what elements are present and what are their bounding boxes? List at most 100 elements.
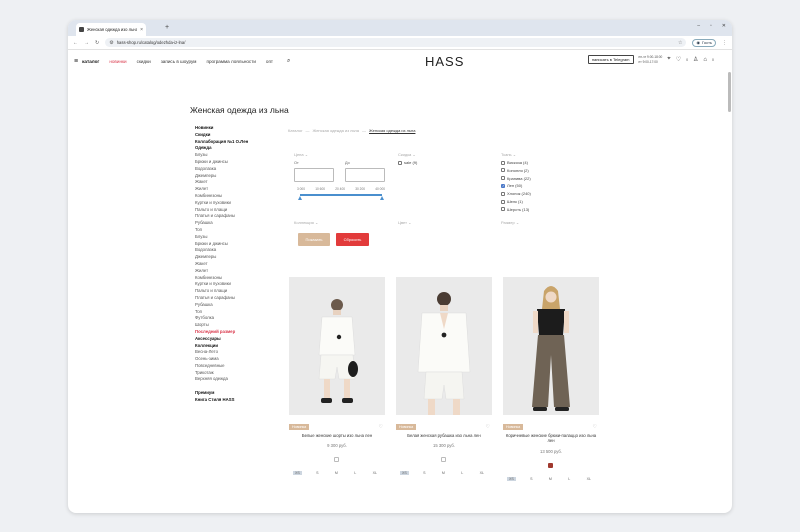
fabric-checkbox[interactable] [501,160,505,165]
product-image[interactable] [289,277,385,415]
nav-new[interactable]: новинки [109,59,126,64]
heart-icon[interactable]: ♡ [593,424,597,430]
telegram-button[interactable]: написать в Telegram [587,55,634,64]
sidebar-item[interactable]: Платья и сарафаны [195,213,275,220]
site-logo[interactable]: HASS [425,54,464,69]
sidebar-item[interactable]: Жакет [195,261,275,268]
sidebar-item[interactable]: Пальто и плащи [195,207,275,214]
url-field[interactable]: ⚙ hass-shop.ru/catalog/odezhda-iz-lna/ ☆ [105,38,687,47]
breadcrumb-item[interactable]: Женская одежда из льна [313,128,359,133]
fabric-checkbox-row[interactable]: Конопля (2) [501,168,529,173]
heart-icon[interactable]: ♡ [676,56,681,63]
price-to-input[interactable] [345,168,385,182]
sidebar-item[interactable]: Жилет [195,186,275,193]
product-name[interactable]: Коричневые женские брюки-палаццо изо льн… [503,433,599,444]
browser-menu-icon[interactable]: ⋮ [722,40,727,46]
user-icon[interactable]: ♙ [693,56,698,63]
size-option[interactable]: L [352,471,358,475]
color-swatch[interactable] [334,457,339,462]
sidebar-item[interactable]: Джемперы [195,254,275,261]
fabric-checkbox-row[interactable]: Шелк (1) [501,199,523,204]
fabric-filter-label[interactable]: Ткань ⌄ [501,152,516,157]
sidebar-item[interactable]: Осень-зима [195,356,275,363]
collection-filter-label[interactable]: Коллекция ⌄ [294,220,318,225]
size-option[interactable]: S [314,471,320,475]
size-option[interactable]: M [547,477,554,481]
price-from-input[interactable] [294,168,334,182]
sidebar-item[interactable]: Весна-Лето [195,349,275,356]
color-swatch[interactable] [441,457,446,462]
sidebar-item[interactable]: Водолазка [195,166,275,173]
hamburger-menu-icon[interactable]: ≡ [74,58,78,65]
reset-filter-button[interactable]: Сбросить [336,233,369,246]
minimize-icon[interactable]: – [697,23,700,29]
close-icon[interactable]: × [140,27,143,33]
size-filter-label[interactable]: Размер ⌄ [501,220,519,225]
cart-icon[interactable]: ⌂ [703,57,707,63]
sidebar-item[interactable]: Последний размер [195,329,275,336]
product-name[interactable]: Белые женские шорты изо льна лен [289,433,385,438]
size-option[interactable]: XS [507,477,516,481]
sidebar-item[interactable]: Премиум [195,390,275,397]
size-option[interactable]: L [459,471,465,475]
maximize-icon[interactable]: ▫ [710,23,712,29]
fabric-checkbox-row[interactable]: Хлопок (240) [501,191,531,196]
sidebar-item[interactable]: Трикотаж [195,370,275,377]
fabric-checkbox[interactable] [501,176,505,181]
heart-icon[interactable]: ♡ [379,424,383,430]
size-option[interactable]: S [528,477,534,481]
sidebar-item[interactable]: Брюки и джинсы [195,241,275,248]
site-info-icon[interactable]: ⚙ [109,40,113,46]
nav-catalog[interactable]: каталог [82,59,99,64]
apply-filter-button[interactable]: Показать [298,233,330,246]
nav-showroom[interactable]: запись в шоурум [161,59,197,64]
breadcrumb-item[interactable]: Каталог [288,128,303,133]
reload-icon[interactable]: ↻ [95,40,99,46]
fabric-checkbox-row[interactable]: Вискоза (4) [501,160,528,165]
sidebar-item[interactable]: Блузы [195,234,275,241]
sale-checkbox[interactable] [398,160,402,165]
product-card[interactable]: Новинка ♡ Белая женская рубашка изо льна… [396,277,492,475]
browser-tab[interactable]: Женская одежда изо льна в М × [76,23,146,36]
price-slider-max-handle[interactable] [380,196,384,200]
sidebar-item[interactable]: Аксессуары [195,336,275,343]
product-card[interactable]: Новинка ♡ Коричневые женские брюки-палац… [503,277,599,481]
sidebar-item[interactable]: Футболка [195,315,275,322]
fabric-checkbox[interactable] [501,199,505,204]
price-slider-track[interactable] [300,194,382,196]
sidebar-item[interactable]: Повседневные [195,363,275,370]
sidebar-item[interactable]: Пальто и плащи [195,288,275,295]
color-filter-label[interactable]: Цвет ⌄ [398,220,411,225]
sale-checkbox-row[interactable]: sale (9) [398,160,417,165]
size-option[interactable]: XS [293,471,302,475]
back-icon[interactable]: ← [73,40,78,46]
sidebar-item[interactable]: Одежда [195,145,275,152]
location-pin-icon[interactable]: ⌖ [667,56,670,63]
forward-icon[interactable]: → [84,40,89,46]
fabric-checkbox[interactable] [501,168,505,173]
size-option[interactable]: XL [371,471,379,475]
nav-sale[interactable]: скидки [137,59,151,64]
sidebar-item[interactable]: Джемперы [195,173,275,180]
page-scrollbar[interactable] [728,72,731,112]
sidebar-item[interactable]: Платья и сарафаны [195,295,275,302]
search-icon[interactable]: ⌕ [287,58,290,65]
product-image[interactable] [503,277,599,415]
sidebar-item[interactable]: Брюки и джинсы [195,159,275,166]
sidebar-item[interactable]: Куртки и пуховики [195,281,275,288]
product-name[interactable]: Белая женская рубашка изо льна лен [396,433,492,438]
fabric-checkbox[interactable]: ✓ [501,183,505,188]
fabric-checkbox-row[interactable]: Крапива (22) [501,176,531,181]
color-swatch[interactable] [548,463,553,468]
nav-loyalty[interactable]: программа лояльности [206,59,255,64]
sidebar-item[interactable]: Рубашка [195,220,275,227]
nav-wholesale[interactable]: опт [266,59,273,64]
sidebar-item[interactable]: Топ [195,227,275,234]
sidebar-item[interactable]: Топ [195,309,275,316]
bookmark-star-icon[interactable]: ☆ [678,40,682,46]
sidebar-item[interactable]: Водолазка [195,247,275,254]
sidebar-item[interactable]: Рубашка [195,302,275,309]
fabric-checkbox-row[interactable]: Шерсть (13) [501,207,529,212]
size-option[interactable]: M [440,471,447,475]
fabric-checkbox[interactable] [501,207,505,212]
